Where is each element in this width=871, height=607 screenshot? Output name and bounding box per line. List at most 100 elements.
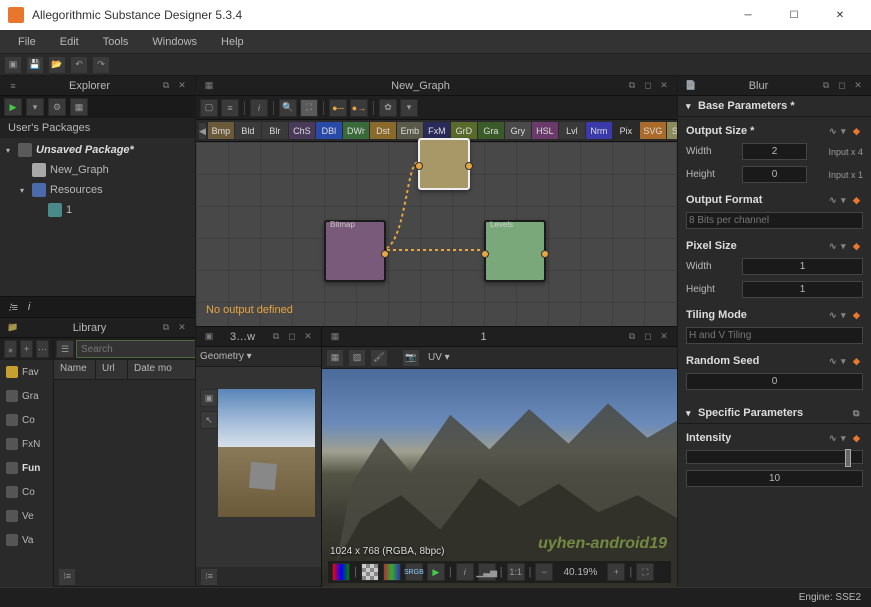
filter-gra[interactable]: Gra [0,384,53,408]
menu-tools[interactable]: Tools [91,32,141,52]
geometry-dropdown[interactable]: Geometry ▾ [200,351,252,362]
expand-icon[interactable]: ▾ [20,186,32,195]
intensity-slider[interactable] [686,450,863,464]
shelf-item-fxm[interactable]: FxM [424,122,450,139]
shelf-prev-icon[interactable]: ◀ [198,122,207,140]
3d-tool1-icon[interactable]: ▣ [200,389,218,407]
panel-close-icon[interactable]: ✕ [851,79,865,93]
filter-more-icon[interactable]: ⋯ [36,340,49,358]
shelf-item-dwr[interactable]: DWr [343,122,369,139]
graph-node-levels[interactable]: Levels [484,220,546,282]
tree-item[interactable]: 1 [0,200,195,220]
section-specific-params[interactable]: ▾ Specific Parameters ⧉ [678,403,871,424]
zoom-out-icon[interactable]: − [535,563,553,581]
explorer-tool1-icon[interactable]: ⚙ [48,98,66,116]
collapse-icon[interactable]: ▾ [686,101,698,112]
col-url[interactable]: Url [96,360,128,379]
filter-all-icon[interactable]: ⁎ [4,340,17,358]
shelf-item-pix[interactable]: Pix [613,122,639,139]
props-menu-icon[interactable]: 📄 [684,79,698,93]
zoom-in-icon[interactable]: + [607,563,625,581]
shelf-item-gra[interactable]: Gra [478,122,504,139]
panel-restore-icon[interactable]: ◻ [641,330,655,344]
redo-icon[interactable]: ↷ [92,56,110,74]
fit-icon[interactable]: ⛶ [300,99,318,117]
col-date[interactable]: Date mo [128,360,195,379]
filter-va[interactable]: Va [0,528,53,552]
graph-node-blur[interactable] [418,138,470,190]
open-icon[interactable]: 📂 [48,56,66,74]
panel-restore-icon[interactable]: ◻ [835,79,849,93]
graph-menu-icon[interactable]: ▦ [202,79,216,93]
pwidth-input[interactable]: 1 [742,258,863,275]
col-name[interactable]: Name [54,360,96,379]
library-list[interactable] [54,380,195,567]
undo-icon[interactable]: ↶ [70,56,88,74]
panel-close-icon[interactable]: ✕ [657,330,671,344]
select-icon[interactable]: ▢ [200,99,218,117]
shelf-item-gry[interactable]: Gry [505,122,531,139]
seed-input[interactable]: 0 [686,373,863,390]
rgba-icon[interactable] [332,563,350,581]
shelf-item-dbl[interactable]: DBl [316,122,342,139]
panel-float-icon[interactable]: ⧉ [269,330,283,344]
3d-menu-icon[interactable]: ▣ [202,330,216,344]
maximize-button[interactable]: ☐ [771,0,817,30]
graph-canvas[interactable]: Bitmap Levels No output defined [196,142,677,326]
lib-tree-icon[interactable]: ⁝≡ [58,568,76,586]
panel-restore-icon[interactable]: ◻ [285,330,299,344]
2d-tool2-icon[interactable]: ▨ [348,349,366,367]
menu-file[interactable]: File [6,32,48,52]
menu-help[interactable]: Help [209,32,256,52]
2d-tool1-icon[interactable]: ▦ [326,349,344,367]
explorer-tree[interactable]: ▾ Unsaved Package* New_Graph ▾ Resources [0,138,195,296]
panel-float-icon[interactable]: ⧉ [625,330,639,344]
panel-float-icon[interactable]: ⧉ [159,321,173,335]
link1-icon[interactable]: ●─ [329,99,347,117]
dropdown-icon[interactable]: ▾ [400,99,418,117]
menu-edit[interactable]: Edit [48,32,91,52]
scale-icon[interactable]: 1:1 [507,563,525,581]
fit-icon[interactable]: ⛶ [636,563,654,581]
shelf-item-chs[interactable]: ChS [289,122,315,139]
link2-icon[interactable]: ●→ [350,99,368,117]
format-select[interactable]: 8 Bits per channel [686,212,863,229]
panel-close-icon[interactable]: ✕ [657,79,671,93]
srgb-icon[interactable]: SRGB [405,563,423,581]
shelf-item-dst[interactable]: Dst [370,122,396,139]
panel-float-icon[interactable]: ⧉ [625,79,639,93]
tree-graph[interactable]: New_Graph [0,160,195,180]
shelf-item-hsl[interactable]: HSL [532,122,558,139]
graph-node-bitmap[interactable]: Bitmap [324,220,386,282]
explorer-refresh-icon[interactable]: ▾ [26,98,44,116]
2d-viewport[interactable]: 1024 x 768 (RGBA, 8bpc) uyhen-android19 … [322,369,677,587]
2d-menu-icon[interactable]: ▦ [328,330,342,344]
shelf-item-svg[interactable]: SVG [640,122,666,139]
panel-restore-icon[interactable]: ◻ [641,79,655,93]
panel-close-icon[interactable]: ✕ [175,79,189,93]
section-base-params[interactable]: ▾ Base Parameters * [678,96,871,117]
shelf-item-emb[interactable]: Emb [397,122,423,139]
2d-paint-icon[interactable]: 🖌 [370,349,388,367]
zoom-icon[interactable]: 🔍 [279,99,297,117]
3d-tree-icon[interactable]: ⁝≡ [200,568,218,586]
3d-tool2-icon[interactable]: ↖ [200,411,218,429]
panel-float-icon[interactable]: ⧉ [819,79,833,93]
3d-viewport[interactable]: ▣ ↖ [196,367,321,567]
tree-resources[interactable]: ▾ Resources [0,180,195,200]
library-menu-icon[interactable]: 📁 [6,321,20,335]
search-input[interactable] [76,340,195,358]
filter-co2[interactable]: Co [0,480,53,504]
2d-camera-icon[interactable]: 📷 [402,349,420,367]
panel-close-icon[interactable]: ✕ [175,321,189,335]
tree-package[interactable]: ▾ Unsaved Package* [0,140,195,160]
new-icon[interactable]: ▣ [4,56,22,74]
tiling-select[interactable]: H and V Tiling [686,327,863,344]
histogram-icon[interactable]: ▁▃▅ [478,563,496,581]
info2-icon[interactable]: i [456,563,474,581]
panel-close-icon[interactable]: ✕ [301,330,315,344]
shelf-item-bld[interactable]: Bld [235,122,261,139]
intensity-input[interactable]: 10 [686,470,863,487]
filter-add-icon[interactable]: + [20,340,33,358]
info-icon[interactable]: i [250,99,268,117]
